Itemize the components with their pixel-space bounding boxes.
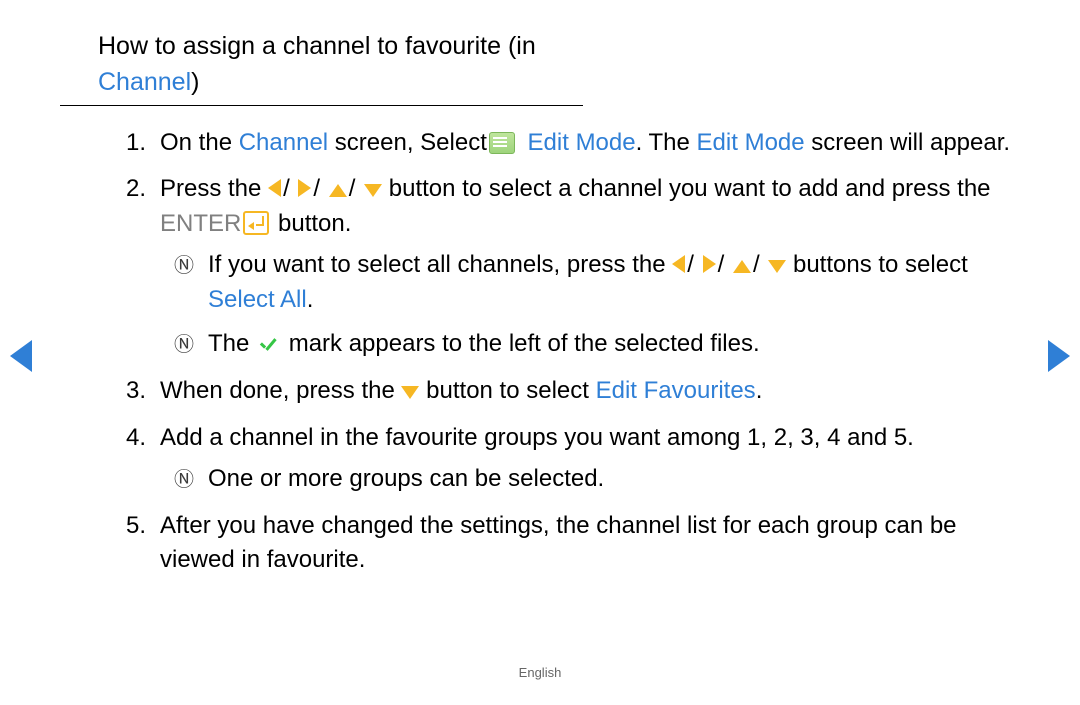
checkmark-icon xyxy=(260,340,278,352)
step2-notes: Ⓝ If you want to select all channels, pr… xyxy=(160,248,1020,362)
step1-channel: Channel xyxy=(239,129,328,156)
step4-text-a: Add a channel in the favourite groups yo… xyxy=(160,424,914,451)
step1-editmode: Edit Mode xyxy=(521,129,636,156)
note-text: . xyxy=(307,286,314,313)
step-4: 4. Add a channel in the favourite groups… xyxy=(160,421,1020,497)
step2-text-c: button. xyxy=(271,210,351,237)
nav-prev-icon[interactable] xyxy=(10,340,32,372)
edit-favourites: Edit Favourites xyxy=(596,377,756,404)
arrow-up-icon xyxy=(733,260,751,273)
step-number: 3. xyxy=(126,374,146,409)
heading-suffix: ) xyxy=(191,68,199,96)
arrow-left-icon xyxy=(672,255,685,273)
enter-word: ENTER xyxy=(160,210,241,237)
note-text: The xyxy=(208,330,256,357)
heading-prefix: How to assign a channel to favourite (in xyxy=(98,32,536,60)
step3-text-c: . xyxy=(756,377,763,404)
slash: / xyxy=(311,175,322,202)
slash: / xyxy=(281,175,292,202)
slash: / xyxy=(685,251,696,278)
note-marker-icon: Ⓝ xyxy=(174,331,194,360)
arrow-right-icon xyxy=(298,179,311,197)
note-marker-icon: Ⓝ xyxy=(174,252,194,281)
step-2: 2. Press the / / / button to select a ch… xyxy=(160,172,1020,362)
note: Ⓝ The mark appears to the left of the se… xyxy=(184,327,1020,362)
step2-text-a: Press the xyxy=(160,175,261,202)
note: Ⓝ If you want to select all channels, pr… xyxy=(184,248,1020,318)
note-text: If you want to select all channels, pres… xyxy=(208,251,666,278)
slash: / xyxy=(347,175,358,202)
note-text: mark appears to the left of the selected… xyxy=(282,330,760,357)
heading-channel: Channel xyxy=(98,68,191,96)
note: Ⓝ One or more groups can be selected. xyxy=(184,462,1020,497)
slash: / xyxy=(716,251,727,278)
step-1: 1. On the Channel screen, Select Edit Mo… xyxy=(160,126,1020,161)
arrow-down-icon xyxy=(401,386,419,399)
arrow-up-icon xyxy=(329,184,347,197)
steps-list: 1. On the Channel screen, Select Edit Mo… xyxy=(60,126,1020,579)
step2-text-b: button to select a channel you want to a… xyxy=(389,175,991,202)
note-marker-icon: Ⓝ xyxy=(174,466,194,495)
step3-text-a: When done, press the xyxy=(160,377,395,404)
slash: / xyxy=(751,251,762,278)
select-all-link: Select All xyxy=(208,286,307,313)
step-number: 4. xyxy=(126,421,146,456)
enter-icon xyxy=(243,211,269,235)
nav-next-icon[interactable] xyxy=(1048,340,1070,372)
step3-text-b: button to select xyxy=(426,377,595,404)
step-5: 5. After you have changed the settings, … xyxy=(160,509,1020,579)
arrow-down-icon xyxy=(768,260,786,273)
step-3: 3. When done, press the button to select… xyxy=(160,374,1020,409)
edit-mode-icon xyxy=(489,132,515,154)
arrow-right-icon xyxy=(703,255,716,273)
arrow-down-icon xyxy=(364,184,382,197)
step5-text-a: After you have changed the settings, the… xyxy=(160,512,957,574)
page-title: How to assign a channel to favourite (in… xyxy=(60,28,583,106)
arrow-left-icon xyxy=(268,179,281,197)
step4-notes: Ⓝ One or more groups can be selected. xyxy=(160,462,1020,497)
step1-text-d: screen will appear. xyxy=(805,129,1010,156)
step-number: 1. xyxy=(126,126,146,161)
step1-editmode2: Edit Mode xyxy=(697,129,805,156)
step1-text-b: screen, Select xyxy=(328,129,487,156)
note-text: One or more groups can be selected. xyxy=(208,465,604,492)
step1-text-a: On the xyxy=(160,129,239,156)
footer-language: English xyxy=(0,664,1080,683)
step-number: 5. xyxy=(126,509,146,544)
step-number: 2. xyxy=(126,172,146,207)
note-text: buttons to select xyxy=(793,251,968,278)
step1-text-c: . The xyxy=(636,129,697,156)
